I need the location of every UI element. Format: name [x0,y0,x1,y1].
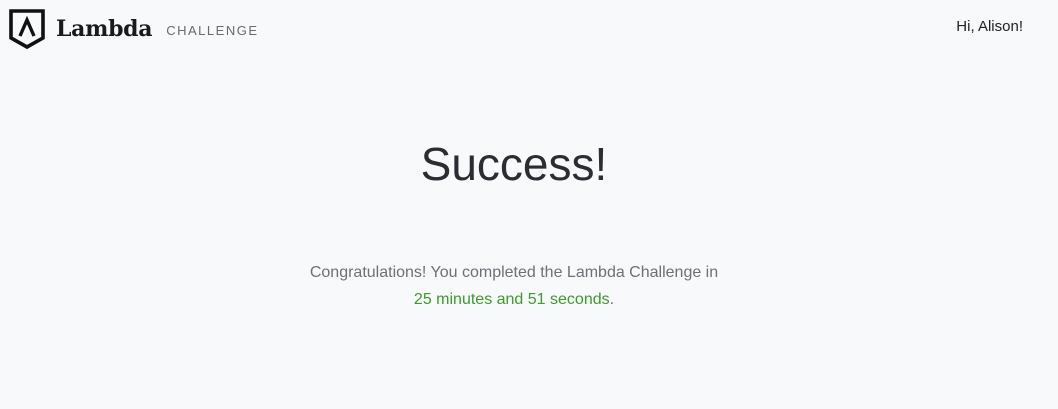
user-greeting[interactable]: Hi, Alison! [956,18,1023,35]
page-title: Success! [420,138,608,190]
brand-subtitle: CHALLENGE [166,23,259,38]
message-period: . [609,291,615,308]
completion-time-line: 25 minutes and 51 seconds. [0,286,1028,313]
brand-name: Lambda [56,16,153,42]
completion-time: 25 minutes and 51 seconds [413,291,610,308]
header: Lambda CHALLENGE Hi, Alison! [0,0,1058,56]
lambda-shield-icon [9,9,45,50]
completion-message: Congratulations! You completed the Lambd… [0,259,1028,313]
message-line: Congratulations! You completed the Lambd… [309,264,719,281]
brand-logo-link[interactable]: Lambda CHALLENGE [8,8,258,50]
